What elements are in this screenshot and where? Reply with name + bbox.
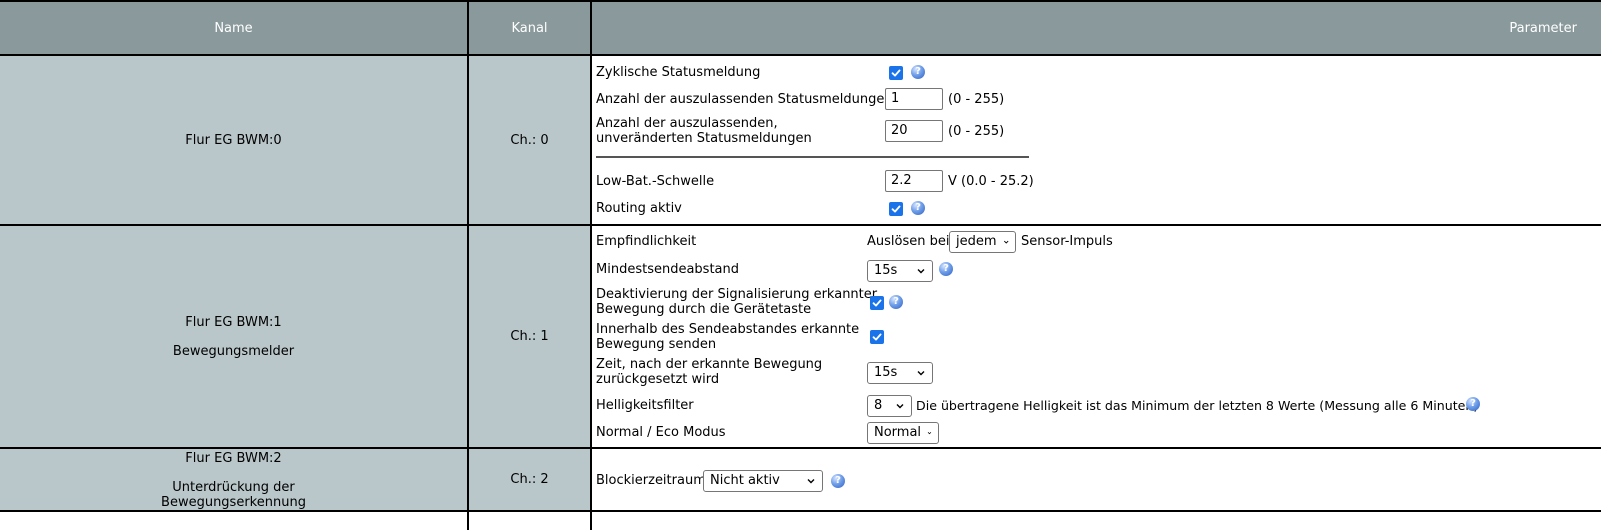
block-period-select[interactable]: Nicht aktiv xyxy=(703,470,823,492)
table-row-channel-cell: Ch.: 1 xyxy=(469,226,590,447)
deactivate-signal-checkbox[interactable] xyxy=(870,296,884,310)
channel-name: Flur EG BWM:1 xyxy=(185,314,282,330)
param-label-skip-unchanged-1: Anzahl der auszulassenden, xyxy=(596,116,778,131)
skip-unchanged-range: (0 - 255) xyxy=(948,124,1005,139)
channel-type-line2: Bewegungserkennung xyxy=(161,495,306,510)
block-period-value: Nicht aktiv xyxy=(710,473,780,488)
column-header-parameters: Parameter xyxy=(592,2,1601,54)
channel-name: Flur EG BWM:2 xyxy=(185,451,282,466)
table-row-name-cell: Flur EG BWM:0 xyxy=(0,56,467,224)
row-divider xyxy=(0,510,1601,512)
chevron-down-icon xyxy=(807,479,815,484)
param-label-eco-mode: Normal / Eco Modus xyxy=(596,425,726,440)
separator-line xyxy=(596,156,1029,158)
brightness-filter-description: Die übertragene Helligkeit ist das Minim… xyxy=(916,398,1479,413)
help-icon[interactable]: ? xyxy=(911,65,925,79)
sensitivity-select[interactable]: jedem xyxy=(949,231,1016,253)
channel-number: Ch.: 2 xyxy=(510,472,549,487)
channel-name: Flur EG BWM:0 xyxy=(185,132,282,148)
within-interval-checkbox[interactable] xyxy=(870,330,884,344)
sensitivity-prefix: Auslösen bei xyxy=(867,234,950,249)
channel-type-line1: Unterdrückung der xyxy=(172,480,295,495)
param-label-deactivate-signal-1: Deaktivierung der Signalisierung erkannt… xyxy=(596,287,878,302)
help-icon[interactable]: ? xyxy=(831,474,845,488)
device-channel-parameters-table: Name Kanal Parameter Flur EG BWM:0 Ch.: … xyxy=(0,0,1601,530)
param-label-within-interval-2: Bewegung senden xyxy=(596,337,717,352)
sensitivity-value: jedem xyxy=(956,234,997,249)
param-label-cyclic-status: Zyklische Statusmeldung xyxy=(596,65,761,80)
lowbat-input[interactable]: 2.2 xyxy=(885,170,943,192)
lowbat-range: V (0.0 - 25.2) xyxy=(948,174,1034,189)
param-label-block-period: Blockierzeitraum xyxy=(596,473,706,488)
param-label-skip-unchanged-2: unveränderten Statusmeldungen xyxy=(596,131,812,146)
min-interval-select[interactable]: 15s xyxy=(867,260,933,282)
chevron-down-icon xyxy=(1003,240,1009,244)
eco-mode-select[interactable]: Normal xyxy=(867,422,939,444)
checkmark-icon xyxy=(891,205,901,213)
brightness-filter-select[interactable]: 8 xyxy=(867,395,912,417)
param-label-min-interval: Mindestsendeabstand xyxy=(596,262,739,277)
reset-time-select[interactable]: 15s xyxy=(867,362,933,384)
table-row-name-cell: Flur EG BWM:1 Bewegungsmelder xyxy=(0,226,467,447)
min-interval-value: 15s xyxy=(874,263,898,278)
column-header-channel: Kanal xyxy=(469,2,590,54)
param-label-sensitivity: Empfindlichkeit xyxy=(596,234,697,249)
param-label-routing: Routing aktiv xyxy=(596,201,682,216)
help-icon[interactable]: ? xyxy=(911,201,925,215)
column-header-name: Name xyxy=(0,2,467,54)
param-label-brightness-filter: Helligkeitsfilter xyxy=(596,398,694,413)
help-icon[interactable]: ? xyxy=(939,262,953,276)
param-label-reset-time-1: Zeit, nach der erkannte Bewegung xyxy=(596,357,823,372)
chevron-down-icon xyxy=(917,371,925,376)
param-label-reset-time-2: zurückgesetzt wird xyxy=(596,372,720,387)
checkmark-icon xyxy=(872,299,882,307)
chevron-down-icon xyxy=(927,432,932,435)
param-label-deactivate-signal-2: Bewegung durch die Gerätetaste xyxy=(596,302,812,317)
table-row-channel-cell: Ch.: 0 xyxy=(469,56,590,224)
table-row-channel-cell: Ch.: 2 xyxy=(469,449,590,510)
cyclic-status-checkbox[interactable] xyxy=(889,66,903,80)
param-label-lowbat: Low-Bat.-Schwelle xyxy=(596,174,715,189)
skip-unchanged-input[interactable]: 20 xyxy=(885,120,943,142)
channel-number: Ch.: 1 xyxy=(510,329,549,344)
table-row-name-cell: Flur EG BWM:2 Unterdrückung der Bewegung… xyxy=(0,449,467,510)
brightness-filter-value: 8 xyxy=(874,398,883,413)
param-label-skip-status: Anzahl der auszulassenden Statusmeldunge… xyxy=(596,92,893,107)
reset-time-value: 15s xyxy=(874,365,898,380)
param-label-within-interval-1: Innerhalb des Sendeabstandes erkannte xyxy=(596,322,860,337)
chevron-down-icon xyxy=(917,269,925,274)
help-icon[interactable]: ? xyxy=(1466,397,1480,411)
skip-status-input[interactable]: 1 xyxy=(885,88,943,110)
checkmark-icon xyxy=(872,333,882,341)
channel-type: Bewegungsmelder xyxy=(172,343,295,359)
chevron-down-icon xyxy=(896,404,904,409)
help-icon[interactable]: ? xyxy=(889,295,903,309)
routing-checkbox[interactable] xyxy=(889,202,903,216)
column-divider xyxy=(590,0,592,530)
eco-mode-value: Normal xyxy=(874,425,922,440)
sensitivity-suffix: Sensor-Impuls xyxy=(1021,234,1113,249)
skip-status-range: (0 - 255) xyxy=(948,92,1005,107)
checkmark-icon xyxy=(891,69,901,77)
channel-number: Ch.: 0 xyxy=(510,132,549,148)
